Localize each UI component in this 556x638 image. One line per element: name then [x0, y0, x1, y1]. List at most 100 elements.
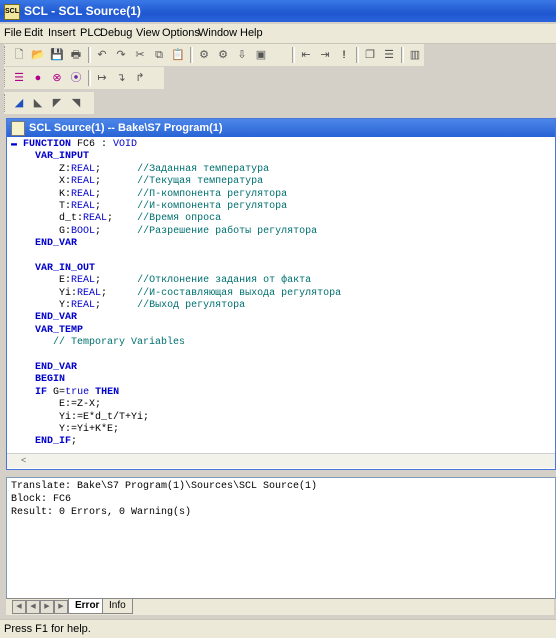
code-line: d_t:REAL; //Время опроса — [11, 213, 549, 225]
code-token: Z: — [23, 163, 72, 175]
editor-window: SCL Source(1) -- Bake\S7 Program(1) ▬ FU… — [6, 118, 556, 470]
monitor-icon[interactable]: ▣ — [252, 46, 270, 64]
download-icon[interactable]: ⇩ — [233, 46, 251, 64]
menu-file[interactable]: File — [4, 27, 22, 39]
code-token: E:=Z-X; — [23, 399, 102, 411]
monitor-off-icon[interactable]: ◤ — [48, 94, 66, 112]
status-bar: Press F1 for help. — [0, 619, 556, 638]
menu-options[interactable]: Options — [162, 27, 200, 39]
window-title: SCL - SCL Source(1) — [24, 4, 141, 18]
code-line: K:REAL; //П-компонента регулятора — [11, 189, 549, 201]
copy-icon[interactable]: ⧉ — [150, 46, 168, 64]
help-icon[interactable] — [425, 46, 443, 64]
cut-icon[interactable]: ✂ — [131, 46, 149, 64]
code-line: Y:REAL; //Выход регулятора — [11, 300, 549, 312]
window-tile-icon[interactable]: ☰ — [380, 46, 398, 64]
tab-info[interactable]: Info — [102, 599, 133, 614]
standard-toolbar: 🗋 📂 💾 🖶 ↶ ↷ ✂ ⧉ 📋 ⚙ ⚙ ⇩ ▣ ⇤ ⇥! ❐ ☰ ▥ — [4, 44, 424, 66]
step-into-icon[interactable]: ↴ — [112, 69, 130, 87]
step-over-icon[interactable]: ↦ — [93, 69, 111, 87]
code-token: END_IF — [35, 436, 72, 448]
code-token: THEN — [95, 386, 120, 398]
code-line: E:=Z-X; — [11, 399, 549, 411]
print-icon[interactable]: 🖶 — [67, 46, 85, 64]
toolbar-separator — [190, 47, 193, 63]
code-token: FC6 : — [71, 139, 114, 150]
code-line: X:REAL; //Текущая температура — [11, 176, 549, 188]
code-token: END_VAR — [35, 312, 78, 324]
code-token: //И-составляющая выхода регулятора — [137, 287, 342, 299]
paste-icon[interactable]: 📋 — [169, 46, 187, 64]
step-out-icon[interactable]: ↱ — [131, 69, 149, 87]
code-editor[interactable]: ▬ FUNCTION FC6 : VOID VAR_INPUT Z:REAL; … — [11, 139, 549, 457]
window-arrange-icon[interactable]: ▥ — [406, 46, 424, 64]
pane-splitter[interactable] — [0, 470, 556, 474]
first-tab-icon[interactable]: ◀ — [12, 600, 26, 614]
last-tab-icon[interactable]: ▶ — [54, 600, 68, 614]
breakpoint-set-icon[interactable]: ● — [29, 69, 47, 87]
code-line: // Temporary Variables — [11, 337, 549, 349]
menu-edit[interactable]: Edit — [24, 27, 43, 39]
next-icon[interactable]: ⇥ — [316, 46, 334, 64]
window-cascade-icon[interactable]: ❐ — [361, 46, 379, 64]
code-token: VAR_TEMP — [35, 324, 84, 336]
code-token: ; — [95, 163, 138, 175]
menu-window[interactable]: Window — [198, 27, 237, 39]
horizontal-scrollbar[interactable]: < — [7, 453, 555, 468]
editor-title-bar[interactable]: SCL Source(1) -- Bake\S7 Program(1) — [7, 119, 555, 137]
code-line: Yi:REAL; //И-составляющая выхода регулят… — [11, 288, 549, 300]
code-token: VOID — [113, 139, 138, 150]
toolbar-grip[interactable] — [4, 46, 8, 64]
monitor-step-icon[interactable]: ◣ — [29, 94, 47, 112]
compile-icon[interactable]: ⚙ — [195, 46, 213, 64]
prev-tab-icon[interactable]: ◀ — [26, 600, 40, 614]
menu-help[interactable]: Help — [240, 27, 263, 39]
code-token: //И-компонента регулятора — [137, 200, 288, 212]
code-line: E:REAL; //Отклонение задания от факта — [11, 275, 549, 287]
code-line: END_VAR — [11, 312, 549, 324]
compile-all-icon[interactable]: ⚙ — [214, 46, 232, 64]
open-folder-icon[interactable]: 📂 — [29, 46, 47, 64]
breakpoint-icon[interactable]: ! — [335, 46, 353, 64]
code-token: VAR_IN_OUT — [35, 262, 96, 274]
code-token: END_VAR — [35, 238, 78, 250]
monitor-on-icon[interactable]: ◢ — [10, 94, 28, 112]
tab-error[interactable]: Error — [68, 599, 107, 614]
breakpoint-all-icon[interactable]: ⦿ — [67, 69, 85, 87]
save-icon[interactable]: 💾 — [48, 46, 66, 64]
menu-plc[interactable]: PLC — [80, 27, 101, 39]
code-line: BEGIN — [11, 374, 549, 386]
code-line: IF G=true THEN — [11, 387, 549, 399]
menu-debug[interactable]: Debug — [100, 27, 132, 39]
new-file-icon[interactable]: 🗋 — [10, 46, 28, 64]
breakpoint-delete-icon[interactable]: ⊗ — [48, 69, 66, 87]
next-tab-icon[interactable]: ▶ — [40, 600, 54, 614]
code-token: REAL — [71, 300, 96, 312]
code-line: VAR_INPUT — [11, 151, 549, 163]
code-token: ; — [95, 188, 138, 200]
output-pane: Translate: Bake\S7 Program(1)\Sources\SC… — [6, 477, 556, 599]
list-icon[interactable]: ☰ — [10, 69, 28, 87]
redo-icon[interactable]: ↷ — [112, 46, 130, 64]
code-line: Y:=Yi+K*E; — [11, 424, 549, 436]
menu-insert[interactable]: Insert — [48, 27, 76, 39]
code-token: END_VAR — [35, 362, 78, 374]
fold-marker-icon[interactable]: ▬ — [11, 139, 23, 150]
menu-view[interactable]: View — [136, 27, 160, 39]
go-to-icon[interactable] — [271, 46, 289, 64]
toolbar-grip[interactable] — [4, 69, 8, 87]
toolbar-grip[interactable] — [4, 94, 8, 112]
undo-icon[interactable]: ↶ — [93, 46, 111, 64]
scroll-left-icon[interactable]: < — [21, 455, 31, 466]
code-token: REAL — [71, 275, 96, 287]
code-token: FUNCTION — [23, 139, 72, 150]
code-line: VAR_TEMP — [11, 325, 549, 337]
title-bar[interactable]: SCL SCL - SCL Source(1) — [0, 0, 556, 22]
monitor-pause-icon[interactable]: ◥ — [67, 94, 85, 112]
prev-icon[interactable]: ⇤ — [297, 46, 315, 64]
